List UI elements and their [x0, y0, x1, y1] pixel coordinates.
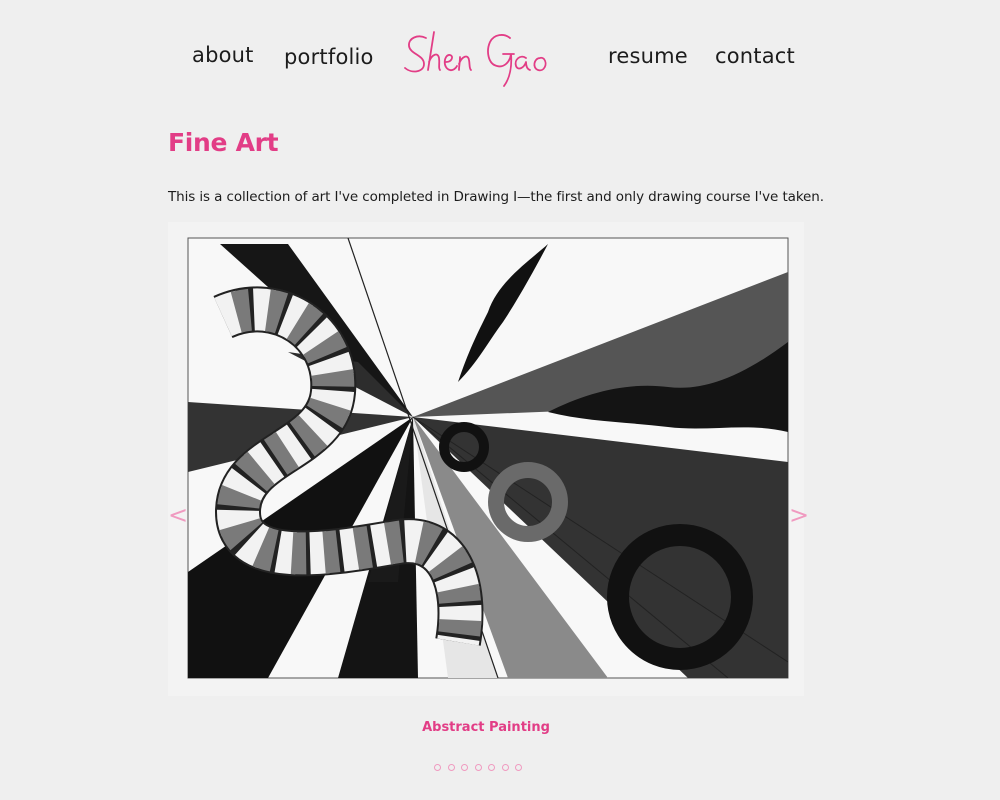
nav-contact-link[interactable]: contact [715, 44, 795, 68]
nav-resume-link[interactable]: resume [608, 44, 688, 68]
slide-dot-5[interactable] [488, 764, 495, 771]
nav-about-link[interactable]: about [192, 43, 254, 67]
nav-portfolio-link[interactable]: portfolio [284, 45, 374, 69]
previous-slide-button[interactable]: < [168, 503, 188, 527]
abstract-painting-image [168, 222, 804, 696]
intro-text: This is a collection of art I've complet… [168, 189, 824, 205]
slideshow-image [168, 222, 804, 696]
slide-dot-6[interactable] [501, 764, 509, 771]
next-slide-button[interactable]: > [789, 503, 809, 527]
slide-dot-1[interactable] [434, 764, 441, 771]
slide-dot-4[interactable] [474, 764, 482, 771]
site-logo[interactable] [400, 24, 570, 98]
slide-dot-7[interactable] [515, 764, 522, 771]
logo-signature-icon [404, 31, 547, 87]
slide-dot-3[interactable] [461, 764, 468, 771]
slide-dot-2[interactable] [447, 764, 455, 771]
page-title: Fine Art [168, 128, 279, 157]
slide-pagination [434, 764, 522, 771]
slide-caption: Abstract Painting [422, 720, 550, 735]
